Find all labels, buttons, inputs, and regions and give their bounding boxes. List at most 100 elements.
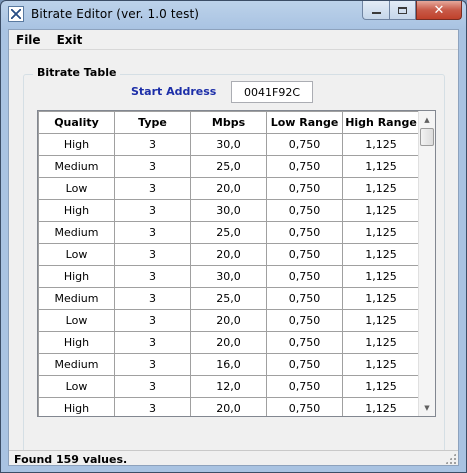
cell-quality[interactable]: Low (38, 309, 115, 332)
cell-high-range[interactable]: 1,125 (342, 265, 420, 288)
cell-type[interactable]: 3 (114, 155, 191, 178)
cell-quality[interactable]: High (38, 265, 115, 288)
cell-mbps[interactable]: 25,0 (190, 221, 267, 244)
column-header-mbps[interactable]: Mbps (190, 111, 267, 134)
table-row[interactable]: High 3 20,0 0,750 1,125 (38, 397, 420, 416)
cell-type[interactable]: 3 (114, 331, 191, 354)
scroll-down-icon[interactable]: ▼ (419, 399, 435, 416)
cell-mbps[interactable]: 20,0 (190, 397, 267, 416)
cell-mbps[interactable]: 20,0 (190, 177, 267, 200)
column-header-quality[interactable]: Quality (38, 111, 115, 134)
title-bar[interactable]: Bitrate Editor (ver. 1.0 test) ✕ (1, 1, 466, 29)
cell-quality[interactable]: High (38, 199, 115, 222)
vertical-scrollbar[interactable]: ▲ ▼ (418, 111, 435, 416)
cell-low-range[interactable]: 0,750 (266, 397, 343, 416)
table-row[interactable]: High 3 30,0 0,750 1,125 (38, 199, 420, 222)
maximize-icon (398, 6, 407, 14)
menu-exit[interactable]: Exit (49, 33, 91, 47)
cell-low-range[interactable]: 0,750 (266, 309, 343, 332)
column-header-high-range[interactable]: High Range (342, 111, 420, 134)
start-address-label: Start Address (131, 85, 217, 98)
cell-low-range[interactable]: 0,750 (266, 353, 343, 376)
table-row[interactable]: High 3 30,0 0,750 1,125 (38, 133, 420, 156)
table-row[interactable]: Medium 3 25,0 0,750 1,125 (38, 221, 420, 244)
cell-type[interactable]: 3 (114, 221, 191, 244)
cell-low-range[interactable]: 0,750 (266, 221, 343, 244)
cell-high-range[interactable]: 1,125 (342, 199, 420, 222)
bitrate-grid[interactable]: Quality Type Mbps Low Range High Range H… (37, 110, 436, 417)
cell-type[interactable]: 3 (114, 199, 191, 222)
cell-mbps[interactable]: 20,0 (190, 309, 267, 332)
table-row[interactable]: Low 3 12,0 0,750 1,125 (38, 375, 420, 398)
scroll-up-icon[interactable]: ▲ (419, 111, 435, 128)
cell-high-range[interactable]: 1,125 (342, 221, 420, 244)
close-button[interactable]: ✕ (416, 1, 462, 20)
cell-type[interactable]: 3 (114, 177, 191, 200)
table-row[interactable]: Low 3 20,0 0,750 1,125 (38, 309, 420, 332)
menu-file[interactable]: File (9, 33, 49, 47)
cell-high-range[interactable]: 1,125 (342, 397, 420, 416)
cell-quality[interactable]: High (38, 133, 115, 156)
scroll-thumb[interactable] (420, 128, 434, 146)
cell-high-range[interactable]: 1,125 (342, 309, 420, 332)
cell-high-range[interactable]: 1,125 (342, 375, 420, 398)
table-row[interactable]: Medium 3 25,0 0,750 1,125 (38, 287, 420, 310)
resize-grip-icon[interactable] (445, 453, 456, 464)
table-row[interactable]: Low 3 20,0 0,750 1,125 (38, 177, 420, 200)
table-row[interactable]: Medium 3 25,0 0,750 1,125 (38, 155, 420, 178)
cell-high-range[interactable]: 1,125 (342, 353, 420, 376)
cell-quality[interactable]: High (38, 331, 115, 354)
cell-low-range[interactable]: 0,750 (266, 177, 343, 200)
cell-type[interactable]: 3 (114, 243, 191, 266)
cell-type[interactable]: 3 (114, 287, 191, 310)
cell-mbps[interactable]: 12,0 (190, 375, 267, 398)
cell-type[interactable]: 3 (114, 397, 191, 416)
cell-mbps[interactable]: 30,0 (190, 265, 267, 288)
cell-quality[interactable]: Medium (38, 221, 115, 244)
cell-quality[interactable]: Medium (38, 287, 115, 310)
table-row[interactable]: Low 3 20,0 0,750 1,125 (38, 243, 420, 266)
cell-high-range[interactable]: 1,125 (342, 155, 420, 178)
table-row[interactable]: High 3 20,0 0,750 1,125 (38, 331, 420, 354)
status-text: Found 159 values. (14, 453, 128, 466)
cell-type[interactable]: 3 (114, 309, 191, 332)
column-header-low-range[interactable]: Low Range (266, 111, 343, 134)
cell-low-range[interactable]: 0,750 (266, 375, 343, 398)
table-row[interactable]: High 3 30,0 0,750 1,125 (38, 265, 420, 288)
cell-mbps[interactable]: 20,0 (190, 331, 267, 354)
cell-quality[interactable]: Low (38, 177, 115, 200)
cell-type[interactable]: 3 (114, 133, 191, 156)
cell-mbps[interactable]: 25,0 (190, 155, 267, 178)
cell-low-range[interactable]: 0,750 (266, 199, 343, 222)
cell-type[interactable]: 3 (114, 353, 191, 376)
column-header-type[interactable]: Type (114, 111, 191, 134)
cell-low-range[interactable]: 0,750 (266, 265, 343, 288)
cell-mbps[interactable]: 16,0 (190, 353, 267, 376)
cell-mbps[interactable]: 20,0 (190, 243, 267, 266)
cell-low-range[interactable]: 0,750 (266, 155, 343, 178)
cell-high-range[interactable]: 1,125 (342, 133, 420, 156)
cell-low-range[interactable]: 0,750 (266, 287, 343, 310)
cell-quality[interactable]: Medium (38, 353, 115, 376)
maximize-button[interactable] (389, 1, 416, 20)
cell-low-range[interactable]: 0,750 (266, 133, 343, 156)
cell-type[interactable]: 3 (114, 265, 191, 288)
cell-mbps[interactable]: 30,0 (190, 199, 267, 222)
cell-mbps[interactable]: 30,0 (190, 133, 267, 156)
cell-quality[interactable]: Medium (38, 155, 115, 178)
cell-mbps[interactable]: 25,0 (190, 287, 267, 310)
cell-high-range[interactable]: 1,125 (342, 287, 420, 310)
cell-quality[interactable]: Low (38, 243, 115, 266)
cell-high-range[interactable]: 1,125 (342, 177, 420, 200)
cell-quality[interactable]: High (38, 397, 115, 416)
minimize-button[interactable] (362, 1, 389, 20)
cell-high-range[interactable]: 1,125 (342, 243, 420, 266)
start-address-input[interactable] (231, 81, 313, 103)
table-row[interactable]: Medium 3 16,0 0,750 1,125 (38, 353, 420, 376)
cell-type[interactable]: 3 (114, 375, 191, 398)
cell-low-range[interactable]: 0,750 (266, 331, 343, 354)
app-icon (8, 6, 24, 22)
cell-quality[interactable]: Low (38, 375, 115, 398)
cell-low-range[interactable]: 0,750 (266, 243, 343, 266)
cell-high-range[interactable]: 1,125 (342, 331, 420, 354)
